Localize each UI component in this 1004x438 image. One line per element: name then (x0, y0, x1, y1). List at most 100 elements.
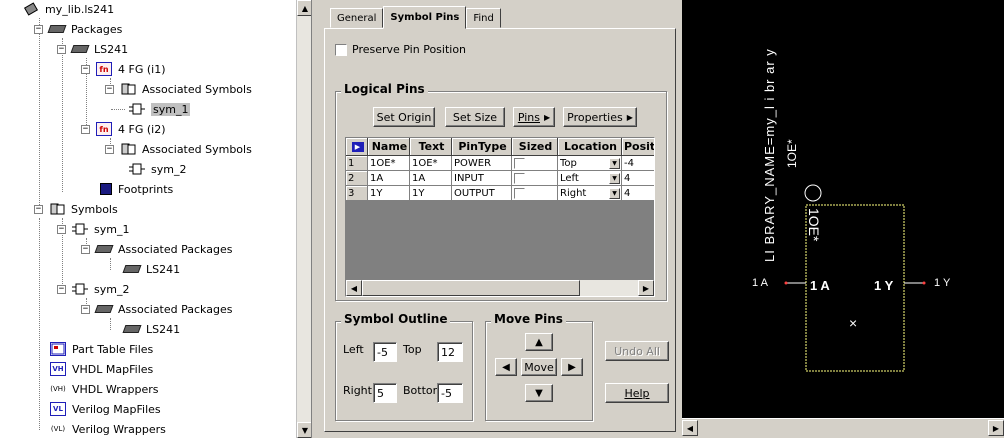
collapse-icon[interactable]: − (34, 24, 43, 34)
preserve-pin-position-checkbox[interactable]: Preserve Pin Position (335, 43, 466, 56)
dropdown-arrow-icon[interactable]: ▼ (609, 157, 620, 169)
tree-sym2[interactable]: − sym_2 (57, 280, 129, 298)
tree-packages[interactable]: − Packages (34, 20, 122, 38)
tree-root[interactable]: my_lib.ls241 (8, 0, 114, 18)
tree-scrollbar[interactable]: ▲ ▼ (296, 0, 311, 438)
cell-text[interactable]: 1OE* (410, 156, 452, 171)
dropdown-arrow-icon[interactable]: ▼ (609, 172, 620, 184)
grid-horizontal-scrollbar[interactable]: ◀ ▶ (346, 280, 654, 296)
collapse-icon[interactable]: − (81, 124, 90, 134)
scroll-right-icon[interactable]: ▶ (638, 280, 654, 296)
col-header-location[interactable]: Location (558, 138, 622, 156)
pins-menu-button[interactable]: Pins ▶ (513, 107, 555, 127)
cell-name[interactable]: 1Y (368, 186, 410, 201)
move-left-button[interactable]: ◀ (495, 358, 517, 376)
scroll-up-icon[interactable]: ▲ (297, 0, 311, 16)
move-up-button[interactable]: ▲ (525, 333, 553, 351)
help-button[interactable]: Help (605, 383, 669, 403)
collapse-icon[interactable]: − (81, 304, 90, 314)
library-tree[interactable]: my_lib.ls241 − Packages − LS241 − fn 4 F… (0, 0, 312, 438)
tree-assoc-symbols-2[interactable]: − Associated Symbols (105, 140, 252, 158)
tree-sym1-leaf[interactable]: sym_1 (111, 100, 191, 118)
dropdown-arrow-icon[interactable]: ▼ (609, 187, 620, 199)
tree-ls241-b[interactable]: LS241 (122, 320, 180, 338)
undo-all-button[interactable]: Undo All (605, 341, 669, 361)
scroll-right-icon[interactable]: ▶ (988, 420, 1004, 436)
cell-sized[interactable] (512, 186, 558, 201)
collapse-icon[interactable]: − (57, 224, 66, 234)
top-input[interactable]: 12 (437, 342, 463, 362)
cell-position[interactable]: 4 (622, 186, 654, 201)
symbol-drawing[interactable]: LI BRARY_NAME=my_l i br ar y 1OE* 1OE* 1… (682, 0, 1004, 418)
collapse-icon[interactable]: − (57, 44, 66, 54)
symbol-canvas[interactable]: LI BRARY_NAME=my_l i br ar y 1OE* 1OE* 1… (682, 0, 1004, 438)
checkbox[interactable] (335, 43, 347, 56)
tree-vhdl-wrappers[interactable]: (VH) VHDL Wrappers (50, 380, 158, 398)
collapse-icon[interactable]: − (105, 84, 114, 94)
grid-corner[interactable]: ▶ (346, 138, 368, 156)
col-header-name[interactable]: Name (368, 138, 410, 156)
tree-assoc-packages-1[interactable]: − Associated Packages (81, 240, 232, 258)
cell-text[interactable]: 1Y (410, 186, 452, 201)
collapse-icon[interactable]: − (81, 244, 90, 254)
cell-location[interactable]: Right ▼ (558, 186, 622, 201)
table-row[interactable]: 1 1OE* 1OE* POWER Top ▼ -4 (346, 156, 654, 171)
tree-verilog-wrappers[interactable]: (VL) Verilog Wrappers (50, 420, 166, 438)
right-input[interactable]: 5 (373, 383, 397, 403)
tab-symbol-pins[interactable]: Symbol Pins (383, 6, 467, 29)
tree-fg1[interactable]: − fn 4 FG (i1) (81, 60, 165, 78)
cell-pintype[interactable]: INPUT (452, 171, 512, 186)
scroll-thumb[interactable] (362, 280, 580, 296)
collapse-icon[interactable]: − (57, 284, 66, 294)
scroll-left-icon[interactable]: ◀ (346, 280, 362, 296)
collapse-icon[interactable]: − (34, 204, 43, 214)
set-origin-button[interactable]: Set Origin (373, 107, 435, 127)
tree-assoc-symbols-1[interactable]: − Associated Symbols (105, 80, 252, 98)
tab-find[interactable]: Find (466, 8, 501, 28)
tree-assoc-packages-2[interactable]: − Associated Packages (81, 300, 232, 318)
tree-fg2[interactable]: − fn 4 FG (i2) (81, 120, 165, 138)
tree-sym2-leaf[interactable]: sym_2 (129, 160, 186, 178)
cell-sized[interactable] (512, 171, 558, 186)
move-right-button[interactable]: ▶ (561, 358, 583, 376)
cell-position[interactable]: 4 (622, 171, 654, 186)
sized-checkbox[interactable] (514, 187, 525, 199)
col-header-text[interactable]: Text (410, 138, 452, 156)
properties-menu-button[interactable]: Properties ▶ (563, 107, 637, 127)
cell-name[interactable]: 1A (368, 171, 410, 186)
collapse-icon[interactable]: − (81, 64, 90, 74)
pin-top-bubble[interactable] (804, 184, 822, 202)
tree-vhdl-mapfiles[interactable]: VH VHDL MapFiles (50, 360, 153, 378)
col-header-position[interactable]: Positi (622, 138, 654, 156)
sized-checkbox[interactable] (514, 172, 525, 184)
cell-sized[interactable] (512, 156, 558, 171)
bottom-input[interactable]: -5 (437, 383, 463, 403)
cell-location[interactable]: Left ▼ (558, 171, 622, 186)
cell-name[interactable]: 1OE* (368, 156, 410, 171)
canvas-horizontal-scrollbar[interactable]: ◀ ▶ (682, 418, 1004, 438)
tree-footprints[interactable]: Footprints (100, 180, 173, 198)
pins-grid[interactable]: ▶ Name Text PinType Sized Location Posit… (345, 137, 655, 297)
cell-location[interactable]: Top ▼ (558, 156, 622, 171)
tree-symbols[interactable]: − Symbols (34, 200, 118, 218)
collapse-icon[interactable]: − (105, 144, 114, 154)
col-header-pintype[interactable]: PinType (452, 138, 512, 156)
sized-checkbox[interactable] (514, 157, 525, 169)
col-header-sized[interactable]: Sized (512, 138, 558, 156)
tree-part-table-files[interactable]: Part Table Files (50, 340, 153, 358)
set-size-button[interactable]: Set Size (445, 107, 505, 127)
tree-ls241-a[interactable]: LS241 (122, 260, 180, 278)
cell-text[interactable]: 1A (410, 171, 452, 186)
table-row[interactable]: 2 1A 1A INPUT Left ▼ 4 (346, 171, 654, 186)
scroll-down-icon[interactable]: ▼ (297, 422, 311, 438)
tree-package-ls241[interactable]: − LS241 (57, 40, 128, 58)
tree-sym1[interactable]: − sym_1 (57, 220, 129, 238)
tab-general[interactable]: General (330, 8, 384, 28)
cell-pintype[interactable]: POWER (452, 156, 512, 171)
move-down-button[interactable]: ▼ (525, 384, 553, 402)
tree-verilog-mapfiles[interactable]: VL Verilog MapFiles (50, 400, 161, 418)
scroll-left-icon[interactable]: ◀ (682, 420, 698, 436)
cell-pintype[interactable]: OUTPUT (452, 186, 512, 201)
left-input[interactable]: -5 (373, 342, 397, 362)
cell-position[interactable]: -4 (622, 156, 654, 171)
